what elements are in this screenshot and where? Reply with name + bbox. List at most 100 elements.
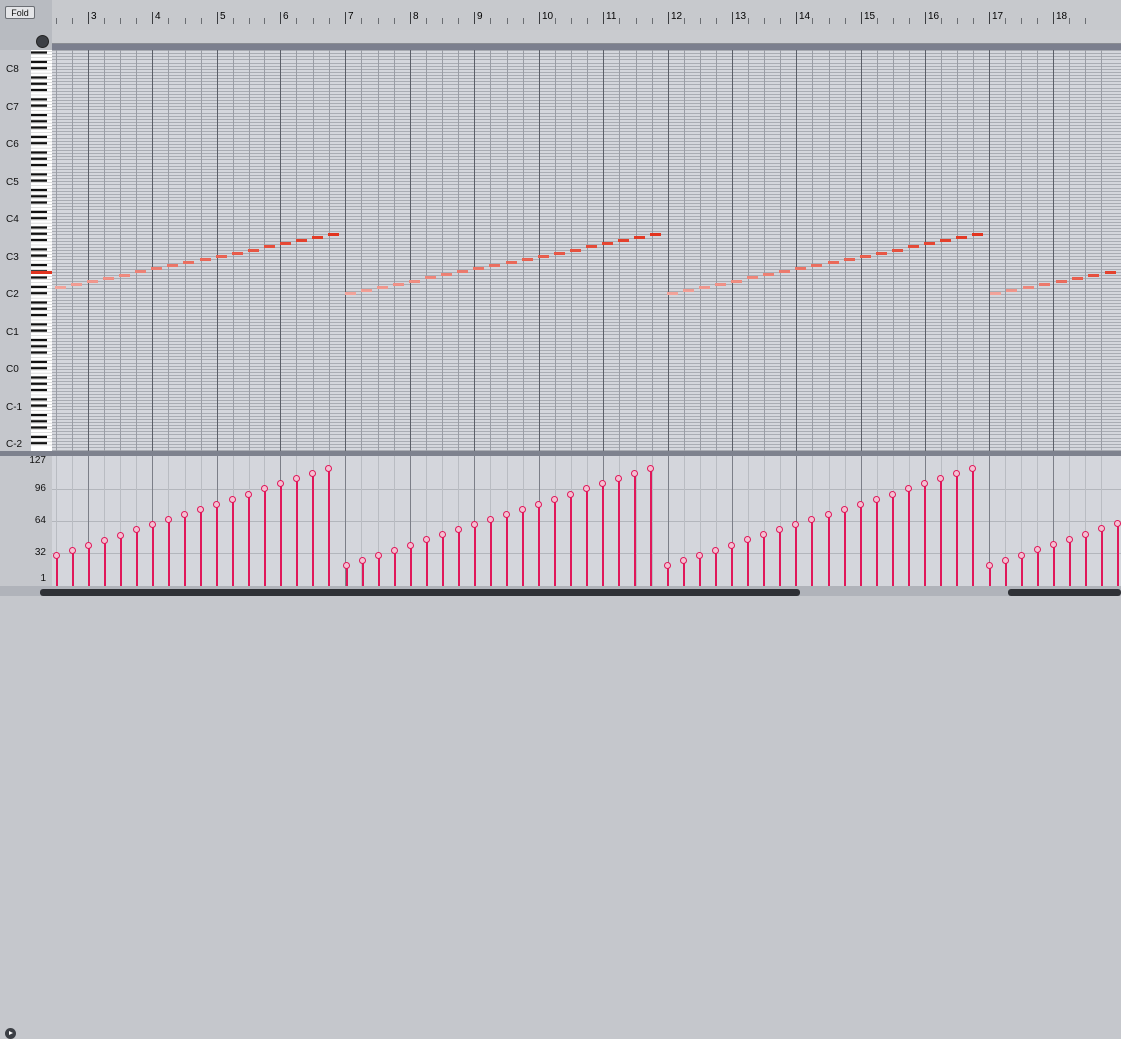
velocity-stem[interactable]: [634, 473, 636, 586]
midi-note[interactable]: [972, 233, 983, 236]
midi-note[interactable]: [1088, 274, 1100, 277]
velocity-handle[interactable]: [760, 531, 768, 539]
midi-note[interactable]: [891, 248, 903, 252]
midi-note[interactable]: [923, 242, 935, 246]
velocity-handle[interactable]: [856, 500, 864, 508]
velocity-handle[interactable]: [359, 556, 366, 564]
velocity-handle[interactable]: [647, 465, 654, 472]
velocity-stem[interactable]: [136, 529, 138, 586]
velocity-stem[interactable]: [312, 473, 314, 586]
velocity-handle[interactable]: [744, 536, 752, 544]
midi-note[interactable]: [747, 276, 759, 280]
midi-note[interactable]: [103, 276, 115, 280]
fold-button[interactable]: Fold: [5, 6, 35, 19]
bar-number[interactable]: 10: [542, 11, 553, 22]
midi-note[interactable]: [505, 260, 517, 264]
velocity-handle[interactable]: [391, 546, 398, 554]
velocity-stem[interactable]: [168, 519, 170, 586]
velocity-stem[interactable]: [88, 544, 90, 586]
velocity-stem[interactable]: [923, 483, 926, 586]
velocity-handle[interactable]: [567, 490, 574, 498]
velocity-stem[interactable]: [586, 488, 588, 586]
velocity-stem[interactable]: [1053, 544, 1055, 586]
velocity-stem[interactable]: [907, 488, 910, 586]
bar-number[interactable]: 17: [992, 11, 1003, 22]
midi-note[interactable]: [263, 245, 275, 249]
bar-number[interactable]: 6: [283, 11, 289, 22]
velocity-stem[interactable]: [232, 498, 234, 586]
velocity-stem[interactable]: [1037, 549, 1039, 586]
midi-note[interactable]: [135, 270, 147, 274]
bar-ruler[interactable]: 3 4 5 6 7 8 9 10 11 12 13 14 15 16 17 18: [52, 0, 1121, 31]
velocity-stem[interactable]: [296, 478, 298, 586]
midi-note[interactable]: [601, 242, 613, 246]
velocity-stem[interactable]: [120, 534, 122, 586]
velocity-handle[interactable]: [455, 526, 462, 534]
velocity-handle[interactable]: [599, 480, 606, 488]
velocity-stem[interactable]: [72, 549, 74, 586]
velocity-handle[interactable]: [85, 541, 92, 549]
velocity-stem[interactable]: [104, 539, 106, 586]
midi-note[interactable]: [199, 257, 211, 261]
velocity-handle[interactable]: [149, 521, 156, 529]
velocity-handle[interactable]: [293, 475, 300, 483]
velocity-handle[interactable]: [423, 536, 430, 544]
velocity-handle[interactable]: [197, 505, 204, 513]
midi-note[interactable]: [328, 233, 339, 236]
velocity-stem[interactable]: [763, 534, 766, 586]
bar-number[interactable]: 16: [928, 11, 939, 22]
time-strip[interactable]: [52, 30, 1121, 44]
midi-note[interactable]: [279, 242, 291, 246]
headphones-icon[interactable]: [36, 35, 49, 48]
midi-note[interactable]: [939, 239, 951, 243]
velocity-handle[interactable]: [1098, 525, 1105, 533]
velocity-stem[interactable]: [875, 498, 878, 586]
velocity-handle[interactable]: [1082, 530, 1089, 538]
midi-note[interactable]: [1022, 286, 1034, 289]
velocity-lane[interactable]: [52, 456, 1121, 586]
velocity-stem[interactable]: [490, 519, 492, 586]
midi-note[interactable]: [311, 236, 323, 240]
velocity-handle[interactable]: [969, 465, 976, 472]
velocity-stem[interactable]: [328, 468, 330, 586]
velocity-handle[interactable]: [680, 556, 688, 564]
velocity-handle[interactable]: [920, 480, 928, 488]
velocity-stem[interactable]: [506, 513, 508, 586]
velocity-handle[interactable]: [133, 526, 140, 534]
midi-note[interactable]: [1104, 271, 1116, 274]
velocity-stem[interactable]: [1085, 533, 1087, 586]
midi-note[interactable]: [521, 257, 533, 261]
velocity-stem[interactable]: [955, 473, 958, 586]
velocity-stem[interactable]: [779, 529, 782, 586]
velocity-stem[interactable]: [378, 554, 380, 586]
bar-number[interactable]: 4: [155, 11, 161, 22]
velocity-stem[interactable]: [1021, 554, 1023, 586]
bar-number[interactable]: 3: [91, 11, 97, 22]
velocity-handle[interactable]: [728, 541, 736, 549]
midi-note[interactable]: [763, 273, 775, 277]
velocity-handle[interactable]: [439, 531, 446, 539]
midi-note[interactable]: [247, 248, 259, 252]
velocity-stem[interactable]: [264, 488, 266, 586]
midi-note[interactable]: [1055, 280, 1067, 283]
velocity-stem[interactable]: [747, 539, 750, 586]
velocity-stem[interactable]: [939, 478, 942, 586]
midi-note[interactable]: [907, 245, 919, 249]
midi-note[interactable]: [990, 292, 1001, 295]
midi-note[interactable]: [553, 251, 565, 255]
midi-note[interactable]: [361, 288, 373, 292]
bar-number[interactable]: 5: [220, 11, 226, 22]
midi-note[interactable]: [377, 285, 389, 289]
velocity-handle[interactable]: [1018, 551, 1025, 559]
midi-note[interactable]: [71, 282, 83, 286]
midi-note[interactable]: [617, 239, 629, 243]
bar-number[interactable]: 18: [1056, 11, 1067, 22]
velocity-handle[interactable]: [519, 505, 526, 513]
velocity-handle[interactable]: [824, 510, 832, 518]
velocity-handle[interactable]: [503, 510, 510, 518]
piano-keyboard[interactable]: [31, 44, 52, 452]
velocity-handle[interactable]: [936, 475, 944, 483]
midi-note[interactable]: [1071, 277, 1083, 280]
midi-note[interactable]: [345, 292, 356, 295]
velocity-stem[interactable]: [394, 549, 396, 586]
